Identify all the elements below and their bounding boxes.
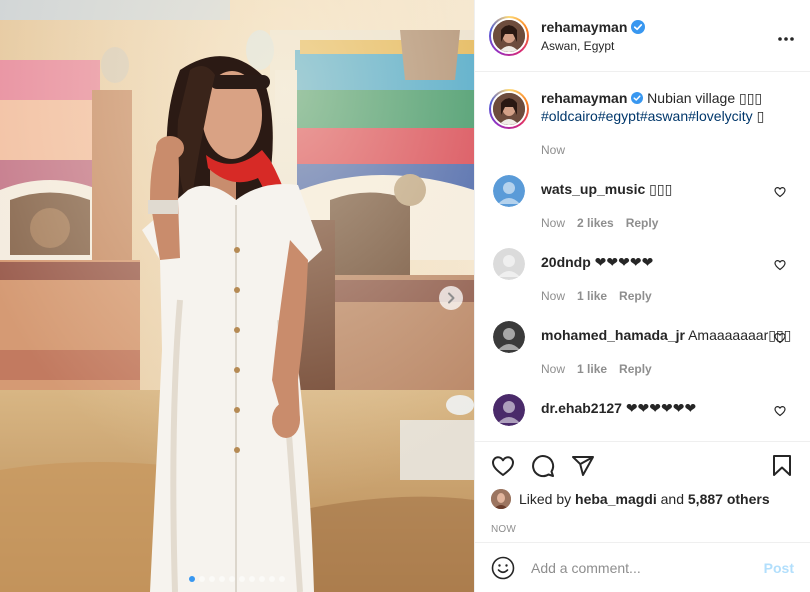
carousel-dot [249,576,255,582]
commenter-username[interactable]: mohamed_hamada_jr [541,327,685,343]
likes-count[interactable]: 5,887 others [688,491,770,507]
likes-summary: Liked by heba_magdi and 5,887 others [491,489,794,509]
bookmark-icon [773,455,791,476]
save-button[interactable] [770,454,794,478]
emoji-icon [491,556,515,579]
add-comment-bar: Post [475,542,810,592]
commenter-avatar[interactable] [493,248,525,280]
carousel-indicator [0,576,474,582]
heart-icon [774,187,786,198]
comment-item: mohamed_hamada_jr Amaaaaaaar▯▯▯ Now 1 like… [489,321,794,378]
carousel-dot [279,576,285,582]
carousel-dot [269,576,275,582]
comment-text: ❤❤❤❤❤❤ [625,400,697,416]
liker-avatar[interactable] [491,489,511,509]
comment-item: 20dndp ❤❤❤❤❤ Now 1 like Reply [489,248,794,305]
avatar-image [493,93,525,125]
carousel-dot [199,576,205,582]
commenter-avatar[interactable] [493,394,525,426]
post-caption: rehamayman Nubian village ▯▯▯ #oldcairo#… [489,89,794,159]
verified-badge-icon [631,92,644,104]
more-options-button[interactable] [778,30,794,41]
carousel-dot [229,576,235,582]
next-photo-button[interactable] [439,286,463,310]
post-side-panel: rehamayman Aswan, Egypt rehamayman Nubia… [474,0,810,592]
commenter-username[interactable]: dr.ehab2127 [541,400,622,416]
post-actions: Liked by heba_magdi and 5,887 others NOW [475,441,810,535]
liker-username[interactable]: heba_magdi [575,491,657,507]
likes-prefix: Liked by [519,491,572,507]
like-comment-button[interactable] [774,185,786,203]
verified-badge-icon [631,19,646,34]
share-button[interactable] [571,454,595,478]
commenter-avatar[interactable] [493,321,525,353]
heart-icon [774,406,786,417]
comment-item: wats_up_music ▯▯▯ Now 2 likes Reply [489,175,794,232]
comment-button[interactable] [531,454,555,478]
caption-username[interactable]: rehamayman [541,90,627,106]
reply-button[interactable]: Reply [619,360,652,378]
post-header: rehamayman Aswan, Egypt [475,0,810,72]
comment-text: ▯▯▯ [649,181,673,197]
share-icon [572,456,594,476]
commenter-username[interactable]: 20dndp [541,254,591,270]
commenter-avatar[interactable] [493,175,525,207]
likes-and: and [660,491,684,507]
comment-likes[interactable]: 1 like [577,360,607,378]
caption-hashtags[interactable]: #oldcairo#egypt#aswan#lovelycity [541,108,753,124]
avatar-image [493,248,525,280]
like-button[interactable] [491,454,515,478]
like-comment-button[interactable] [774,331,786,349]
carousel-dot [189,576,195,582]
photo-illustration [0,0,474,592]
comments-list[interactable]: rehamayman Nubian village ▯▯▯ #oldcairo#… [475,73,810,441]
comment-time: Now [541,216,566,230]
comment-time: Now [541,362,566,376]
post-timestamp[interactable]: NOW [491,524,794,535]
avatar-image [493,19,525,52]
like-comment-button[interactable] [774,404,786,422]
comment-item: dr.ehab2127 ❤❤❤❤❤❤ [489,394,794,426]
avatar-image [493,394,525,426]
reply-button[interactable]: Reply [619,287,652,305]
comment-input[interactable] [531,559,764,576]
caption-time: Now [541,143,566,157]
avatar-image [493,175,525,207]
carousel-dot [239,576,245,582]
carousel-dot [219,576,225,582]
commenter-username[interactable]: wats_up_music [541,181,645,197]
chevron-right-icon [448,292,455,304]
author-avatar[interactable] [489,15,529,56]
emoji-button[interactable] [491,556,515,580]
reply-button[interactable]: Reply [626,214,659,232]
comment-text: ❤❤❤❤❤ [594,254,654,270]
caption-avatar[interactable] [489,89,529,129]
heart-icon [492,456,514,476]
author-username[interactable]: rehamayman [541,19,627,35]
carousel-dot [209,576,215,582]
heart-icon [774,333,786,344]
avatar-image [491,489,511,509]
post-comment-button[interactable]: Post [764,560,794,576]
comment-icon [532,455,555,478]
caption-trailing: ▯ [756,108,765,124]
post-location[interactable]: Aswan, Egypt [541,39,778,53]
comment-likes[interactable]: 2 likes [577,214,614,232]
more-horizontal-icon [778,37,794,41]
like-comment-button[interactable] [774,258,786,276]
carousel-dot [259,576,265,582]
post-photo[interactable] [0,0,474,592]
comment-likes[interactable]: 1 like [577,287,607,305]
heart-icon [774,260,786,271]
avatar-image [493,321,525,353]
caption-text: Nubian village ▯▯▯ [647,90,763,106]
comment-time: Now [541,289,566,303]
